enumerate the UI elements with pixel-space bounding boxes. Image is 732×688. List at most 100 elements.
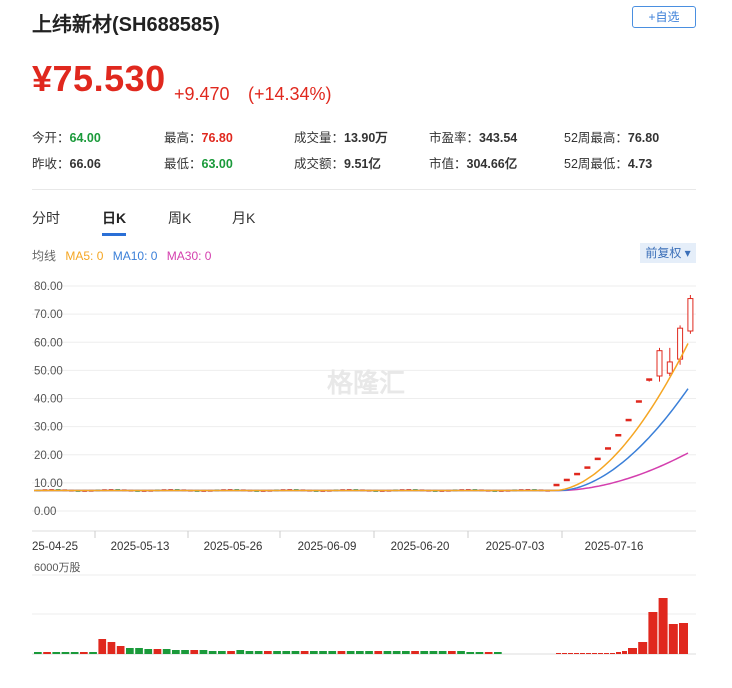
volume-bar bbox=[80, 652, 88, 654]
x-tick-label: 2025-05-13 bbox=[111, 541, 170, 553]
stat-value: 66.06 bbox=[69, 157, 101, 171]
volume-unit-label: 6000万股 bbox=[34, 561, 80, 574]
candle bbox=[594, 457, 601, 461]
candle bbox=[553, 483, 560, 487]
volume-bar bbox=[466, 652, 475, 654]
stat-value: 304.66亿 bbox=[466, 157, 518, 171]
volume-bar bbox=[52, 652, 61, 654]
stat-item: 市盈率：343.54 bbox=[429, 127, 517, 146]
volume-bar bbox=[126, 648, 134, 654]
volume-bar bbox=[89, 652, 97, 654]
volume-bar bbox=[402, 651, 410, 654]
stat-item: 最低：63.00 bbox=[164, 153, 233, 172]
y-tick-label: 70.00 bbox=[34, 309, 63, 321]
volume-bar bbox=[337, 651, 346, 654]
volume-bar bbox=[556, 653, 561, 654]
tab-minute[interactable]: 分时 bbox=[32, 208, 60, 228]
volume-bar bbox=[616, 652, 621, 654]
volume-bar bbox=[236, 650, 245, 654]
price-change-percent: (+14.34%) bbox=[248, 84, 332, 104]
volume-bar bbox=[356, 651, 364, 654]
volume-bar bbox=[622, 651, 627, 654]
kline-chart-svg: 80.00 70.00 60.00 50.00 40.00 30.00 20.00 10.00… bbox=[32, 281, 696, 655]
volume-bar bbox=[592, 653, 597, 654]
volume-bar bbox=[310, 651, 318, 654]
x-tick-label: 2025-06-20 bbox=[391, 541, 450, 553]
ma30-line bbox=[34, 452, 689, 492]
tab-daily-k[interactable]: 日K bbox=[102, 208, 126, 228]
stat-item: 今开：64.00 bbox=[32, 127, 101, 146]
stat-value: 13.90万 bbox=[344, 131, 388, 145]
volume-bar bbox=[153, 649, 162, 654]
candle bbox=[646, 378, 653, 381]
volume-bar bbox=[282, 651, 291, 654]
stat-label: 市盈率： bbox=[429, 131, 480, 145]
y-tick-label: 0.00 bbox=[34, 506, 56, 518]
stat-item: 最高：76.80 bbox=[164, 127, 233, 146]
stat-item: 市值：304.66亿 bbox=[429, 153, 517, 172]
volume-bar bbox=[628, 648, 637, 654]
y-tick-label: 50.00 bbox=[34, 365, 63, 377]
volume-bar bbox=[162, 649, 171, 654]
volume-bar bbox=[648, 612, 658, 654]
volume-bar bbox=[245, 651, 254, 654]
volume-bar bbox=[116, 646, 125, 654]
volume-bar bbox=[562, 653, 567, 654]
volume-bar bbox=[365, 651, 373, 654]
volume-bar bbox=[291, 651, 300, 654]
x-tick-label: 2025-07-03 bbox=[486, 541, 545, 553]
stat-value: 63.00 bbox=[201, 157, 233, 171]
stat-item: 昨收：66.06 bbox=[32, 153, 101, 172]
stat-value: 4.73 bbox=[627, 157, 653, 171]
stat-value: 64.00 bbox=[69, 131, 101, 145]
y-tick-label: 60.00 bbox=[34, 337, 63, 349]
volume-bar bbox=[610, 653, 615, 654]
candle bbox=[687, 298, 694, 332]
x-tick-label: 2025-07-16 bbox=[585, 541, 644, 553]
candle bbox=[666, 361, 673, 374]
ma5-legend: MA5: 0 bbox=[65, 249, 104, 263]
adjust-dropdown[interactable]: 前复权 ▾ bbox=[640, 243, 696, 263]
volume-bar bbox=[604, 653, 609, 654]
volume-bar bbox=[43, 652, 51, 654]
volume-bar bbox=[70, 652, 79, 654]
volume-bar bbox=[98, 639, 107, 654]
tab-monthly-k[interactable]: 月K bbox=[232, 208, 255, 228]
volume-bar bbox=[227, 651, 235, 654]
volume-bar bbox=[638, 642, 648, 654]
volume-bar bbox=[448, 651, 456, 654]
ma30-legend: MA30: 0 bbox=[166, 249, 212, 263]
add-watchlist-button[interactable]: +自选 bbox=[632, 6, 696, 28]
candle bbox=[615, 434, 622, 437]
y-tick-label: 80.00 bbox=[34, 281, 63, 293]
volume-bar bbox=[208, 651, 217, 654]
volume-bar bbox=[34, 652, 42, 654]
candle bbox=[563, 478, 570, 482]
stat-item: 成交量：13.90万 bbox=[294, 127, 388, 146]
y-tick-label: 10.00 bbox=[34, 478, 63, 490]
volume-bar bbox=[429, 651, 438, 654]
volume-bar bbox=[494, 652, 502, 654]
volume-bar bbox=[668, 624, 678, 654]
volume-bar bbox=[568, 653, 573, 654]
stat-value: 76.80 bbox=[627, 131, 660, 145]
divider bbox=[32, 189, 696, 190]
volume-bar bbox=[586, 653, 591, 654]
tab-weekly-k[interactable]: 周K bbox=[168, 208, 191, 228]
volume-bar bbox=[438, 651, 447, 654]
volume-bar bbox=[658, 598, 668, 654]
volume-bar bbox=[346, 651, 355, 654]
y-tick-label: 30.00 bbox=[34, 422, 63, 434]
volume-bar bbox=[411, 651, 419, 654]
volume-bar bbox=[300, 651, 309, 654]
volume-bar bbox=[199, 650, 208, 654]
stat-label: 今开： bbox=[32, 131, 70, 145]
kline-chart[interactable]: 80.00 70.00 60.00 50.00 40.00 30.00 20.00 10.00… bbox=[0, 275, 732, 683]
volume-bar bbox=[374, 651, 383, 654]
volume-bar bbox=[319, 651, 327, 654]
volume-bar bbox=[172, 650, 180, 654]
stock-title: 上纬新材(SH688585) bbox=[32, 14, 220, 36]
volume-bar bbox=[135, 648, 143, 654]
candle bbox=[625, 418, 632, 422]
ma-legend-label: 均线 bbox=[32, 249, 57, 263]
